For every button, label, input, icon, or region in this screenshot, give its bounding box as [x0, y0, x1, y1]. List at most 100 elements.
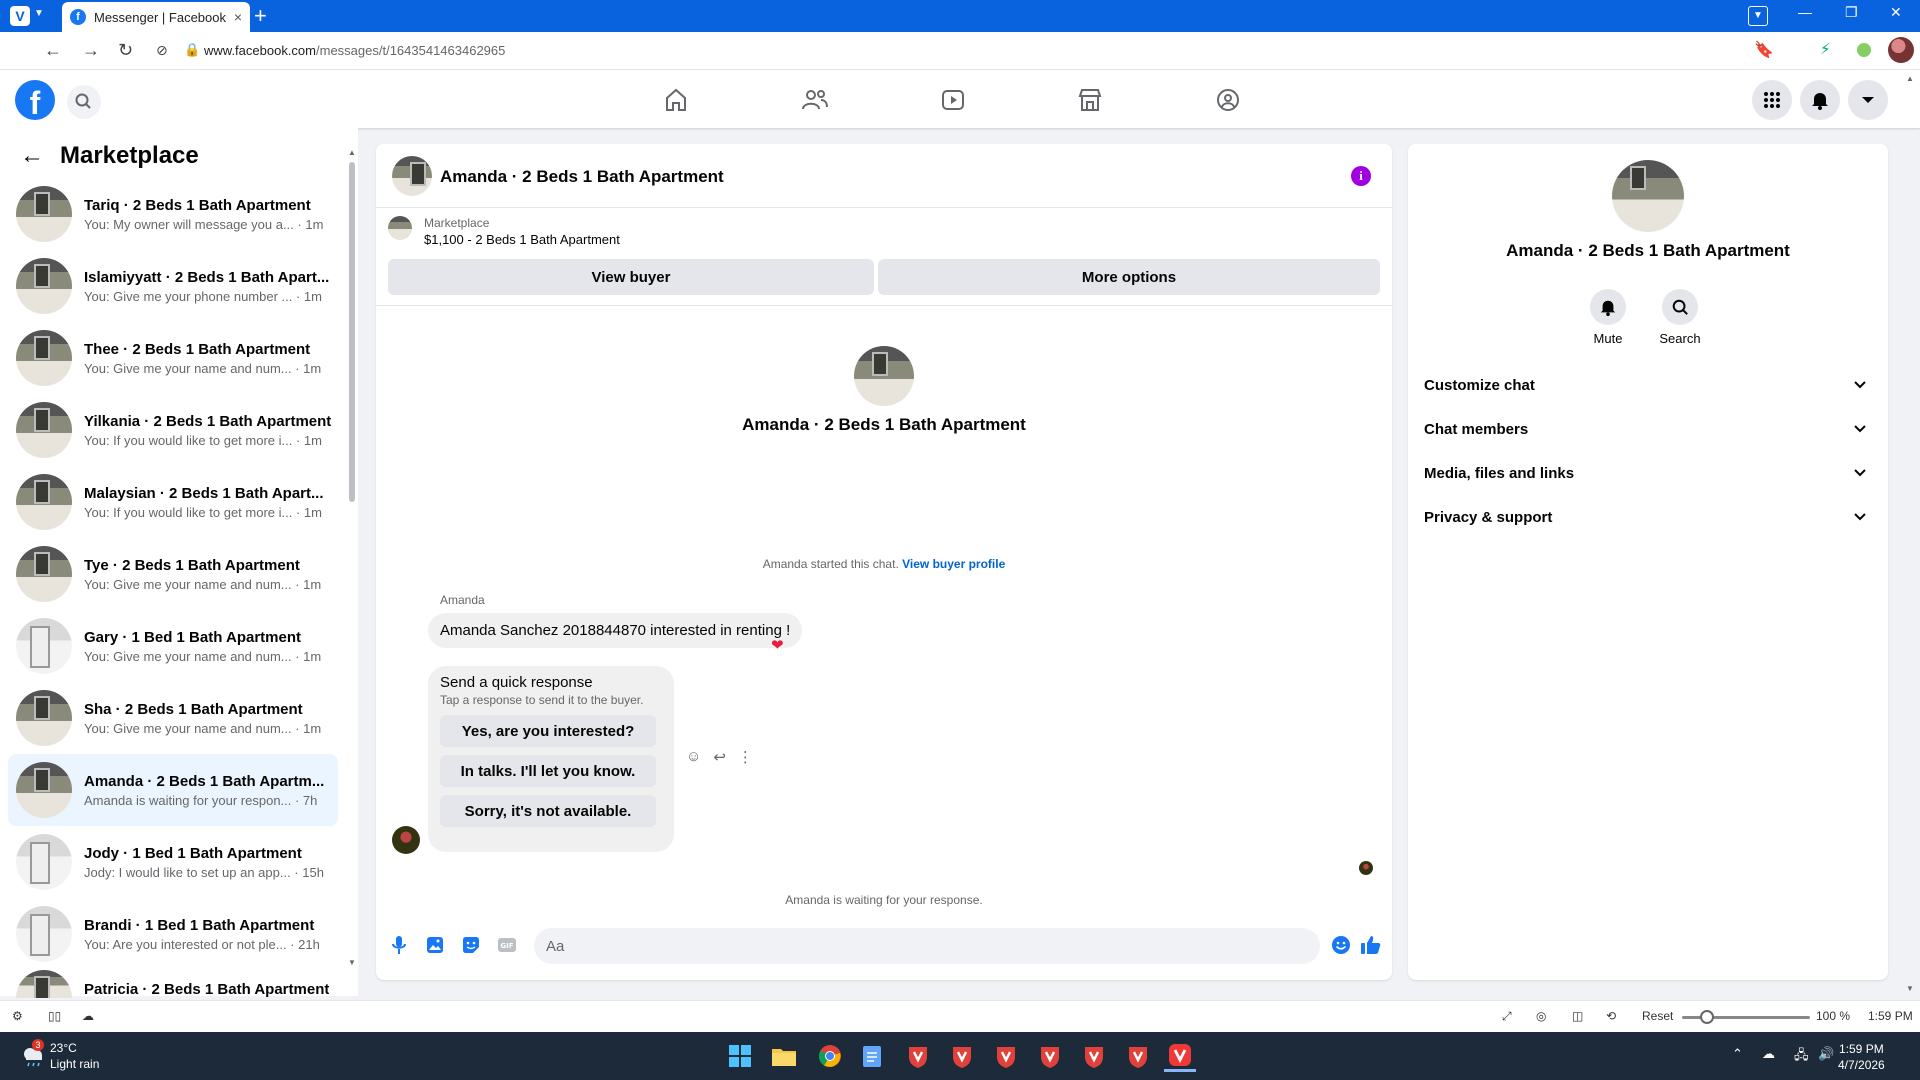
network-icon[interactable]: 🖧: [1794, 1046, 1809, 1068]
privacy-support-section[interactable]: Privacy & support: [1424, 499, 1872, 535]
scroll-up-icon[interactable]: ▲: [1906, 74, 1914, 83]
chat-title[interactable]: Amanda · 2 Beds 1 Bath Apartment: [440, 167, 724, 187]
search-in-chat-button[interactable]: Search: [1650, 289, 1710, 346]
conversation-item[interactable]: Sha · 2 Beds 1 Bath Apartment You: Give m…: [8, 682, 338, 754]
vivaldi-profile-icon[interactable]: [1034, 1040, 1066, 1072]
vivaldi-profile-icon[interactable]: [1122, 1040, 1154, 1072]
taskbar-clock[interactable]: 1:59 PM 4/7/2026: [1838, 1041, 1885, 1073]
quick-response-button[interactable]: In talks. I'll let you know.: [440, 755, 656, 787]
conversation-item-active[interactable]: Amanda · 2 Beds 1 Bath Apartm... Amanda i…: [8, 754, 338, 826]
new-tab-button[interactable]: +: [254, 3, 267, 29]
zoom-reset-button[interactable]: Reset: [1642, 1009, 1673, 1023]
sender-avatar[interactable]: [392, 826, 420, 854]
vivaldi-profile-icon[interactable]: [902, 1040, 934, 1072]
account-button[interactable]: [1848, 80, 1888, 120]
zoom-slider-handle[interactable]: [1700, 1010, 1714, 1024]
buyer-avatar[interactable]: [854, 346, 914, 406]
notepad-icon[interactable]: [856, 1040, 888, 1072]
tab-messenger[interactable]: f Messenger | Facebook ×: [62, 2, 250, 32]
scroll-up-icon[interactable]: ▲: [348, 148, 356, 157]
more-dots-icon[interactable]: ⋮: [738, 748, 753, 766]
page-actions-icon[interactable]: ⤢: [1502, 1009, 1512, 1024]
tab-list-dropdown-icon[interactable]: ▼: [1748, 6, 1768, 26]
view-buyer-profile-link[interactable]: View buyer profile: [902, 557, 1005, 571]
browser-profile-avatar[interactable]: [1888, 37, 1914, 63]
microphone-icon[interactable]: [388, 934, 410, 956]
reload-icon[interactable]: ↻: [118, 40, 133, 61]
like-thumbs-up-icon[interactable]: [1360, 934, 1382, 956]
nav-marketplace[interactable]: [1070, 82, 1110, 118]
restore-icon[interactable]: ❐: [1845, 4, 1858, 21]
sidebar-scrollbar[interactable]: ▲ ▼: [348, 148, 356, 968]
customize-chat-section[interactable]: Customize chat: [1424, 367, 1872, 403]
extension-icon[interactable]: ⚡: [1820, 40, 1831, 58]
info-icon[interactable]: i: [1351, 166, 1371, 186]
more-options-button[interactable]: More options: [878, 259, 1380, 295]
sync-cloud-icon[interactable]: ☁: [82, 1009, 94, 1023]
onedrive-cloud-icon[interactable]: ☁: [1762, 1046, 1775, 1062]
heart-reaction-icon[interactable]: ❤: [771, 636, 784, 654]
vivaldi-profile-icon[interactable]: [946, 1040, 978, 1072]
chat-avatar[interactable]: [392, 156, 432, 196]
capture-icon[interactable]: ◎: [1536, 1009, 1546, 1023]
back-arrow-icon[interactable]: ←: [20, 142, 44, 170]
react-smiley-icon[interactable]: ☺: [686, 748, 701, 766]
details-avatar[interactable]: [1612, 160, 1684, 232]
quick-response-button[interactable]: Sorry, it's not available.: [440, 795, 656, 827]
weather-temperature[interactable]: 23°C: [50, 1041, 77, 1055]
tracker-blocker-icon[interactable]: ⊘: [156, 42, 168, 59]
page-scrollbar[interactable]: ▲ ▼: [1906, 74, 1916, 994]
notifications-button[interactable]: [1800, 80, 1840, 120]
chevron-down-icon[interactable]: ▼: [34, 8, 44, 19]
reply-icon[interactable]: ↩: [713, 748, 726, 766]
scroll-down-icon[interactable]: ▼: [1906, 984, 1914, 993]
tiling-icon[interactable]: ◫: [1572, 1009, 1583, 1023]
panel-toggle-icon[interactable]: ▯▯: [48, 1009, 61, 1023]
conversation-item[interactable]: Brandi · 1 Bed 1 Bath Apartment You: Are …: [8, 898, 338, 970]
conversation-item[interactable]: Tariq · 2 Beds 1 Bath Apartment You: My o…: [8, 178, 338, 250]
facebook-search-button[interactable]: [67, 85, 101, 119]
conversation-item[interactable]: Patricia · 2 Beds 1 Bath Apartment: [8, 970, 338, 998]
close-window-icon[interactable]: ✕: [1890, 4, 1902, 21]
images-toggle-icon[interactable]: ⟲: [1606, 1009, 1616, 1023]
photo-icon[interactable]: [424, 934, 446, 956]
forward-arrow-icon[interactable]: →: [82, 40, 100, 61]
conversation-item[interactable]: Islamiyyatt · 2 Beds 1 Bath Apart... You:…: [8, 250, 338, 322]
facebook-logo[interactable]: f: [15, 80, 55, 121]
bookmark-icon[interactable]: 🔖: [1754, 40, 1774, 60]
vivaldi-profile-icon[interactable]: [990, 1040, 1022, 1072]
scroll-down-icon[interactable]: ▼: [348, 958, 356, 967]
url-field[interactable]: www.facebook.com/messages/t/164354146346…: [204, 43, 505, 58]
view-buyer-button[interactable]: View buyer: [388, 259, 874, 295]
message-bubble[interactable]: Amanda Sanchez 2018844870 interested in …: [428, 613, 803, 648]
quick-response-button[interactable]: Yes, are you interested?: [440, 715, 656, 747]
message-input[interactable]: [534, 928, 1320, 964]
windows-start-icon[interactable]: [724, 1040, 756, 1072]
scrollbar-thumb[interactable]: [349, 162, 355, 502]
conversation-item[interactable]: Thee · 2 Beds 1 Bath Apartment You: Give …: [8, 322, 338, 394]
vivaldi-profile-icon[interactable]: [1078, 1040, 1110, 1072]
chrome-icon[interactable]: [814, 1040, 846, 1072]
conversation-item[interactable]: Gary · 1 Bed 1 Bath Apartment You: Give m…: [8, 610, 338, 682]
chat-members-section[interactable]: Chat members: [1424, 411, 1872, 447]
close-tab-icon[interactable]: ×: [234, 9, 242, 25]
settings-gear-icon[interactable]: ⚙: [12, 1009, 23, 1023]
volume-icon[interactable]: 🔊: [1818, 1046, 1834, 1062]
vivaldi-active-icon[interactable]: [1164, 1040, 1196, 1072]
nav-groups[interactable]: [1208, 82, 1248, 118]
media-files-links-section[interactable]: Media, files and links: [1424, 455, 1872, 491]
minimize-icon[interactable]: —: [1798, 4, 1812, 20]
listing-summary[interactable]: Marketplace $1,100 - 2 Beds 1 Bath Apart…: [388, 216, 620, 247]
tray-chevron-up-icon[interactable]: ⌃: [1732, 1046, 1743, 1062]
nav-home[interactable]: [656, 82, 696, 118]
status-extension-icon[interactable]: [1857, 43, 1871, 57]
conversation-item[interactable]: Yilkania · 2 Beds 1 Bath Apartment You: I…: [8, 394, 338, 466]
sticker-icon[interactable]: [460, 934, 482, 956]
gif-icon[interactable]: GIF: [496, 934, 518, 956]
file-explorer-icon[interactable]: [768, 1040, 800, 1072]
emoji-icon[interactable]: [1330, 934, 1352, 956]
mute-button[interactable]: Mute: [1578, 289, 1638, 346]
menu-button[interactable]: [1752, 80, 1792, 120]
conversation-item[interactable]: Malaysian · 2 Beds 1 Bath Apart... You: I…: [8, 466, 338, 538]
lock-icon[interactable]: 🔒: [184, 42, 200, 58]
